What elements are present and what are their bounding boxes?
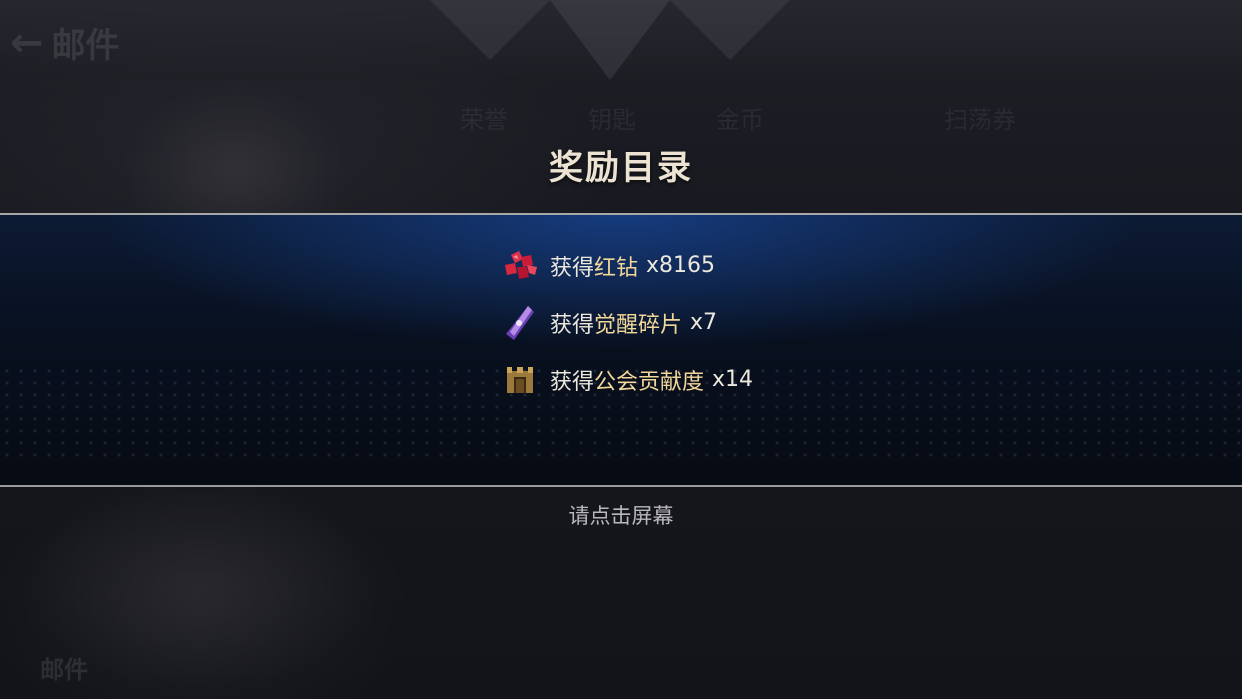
reward-panel: 获得 红钻 x8165 获得 觉醒碎片 x7 获得 公会贡献度 x14 [0, 213, 1242, 487]
reward-list: 获得 红钻 x8165 获得 觉醒碎片 x7 获得 公会贡献度 x14 [500, 237, 753, 408]
reward-name: 红钻 [594, 255, 639, 281]
reward-prefix: 获得 [550, 255, 595, 281]
reward-name: 公会贡献度 [594, 369, 705, 395]
reward-item: 获得 公会贡献度 x14 [500, 351, 753, 408]
reward-prefix: 获得 [550, 312, 595, 338]
tap-screen-hint[interactable]: 请点击屏幕 [0, 500, 1242, 530]
reward-item: 获得 红钻 x8165 [500, 237, 753, 294]
reward-quantity: x14 [712, 367, 754, 392]
guild-gate-icon [500, 360, 540, 400]
awakening-shard-icon [500, 303, 540, 343]
reward-dialog-title: 奖励目录 [549, 148, 693, 188]
reward-name: 觉醒碎片 [594, 312, 683, 338]
red-diamond-icon [500, 246, 540, 286]
reward-item: 获得 觉醒碎片 x7 [500, 294, 753, 351]
reward-prefix: 获得 [550, 369, 595, 395]
reward-quantity: x7 [690, 310, 718, 335]
reward-quantity: x8165 [646, 253, 716, 278]
